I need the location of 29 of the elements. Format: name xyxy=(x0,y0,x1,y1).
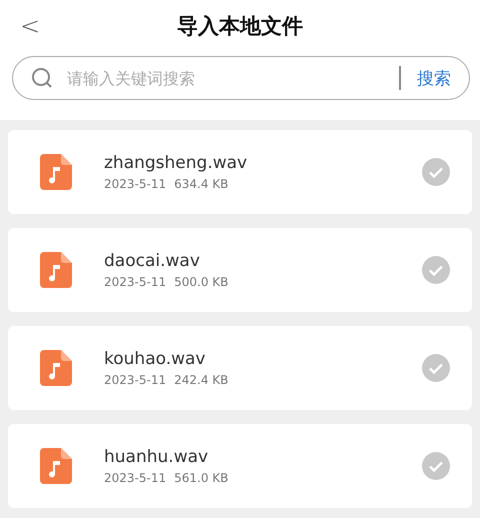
file-card[interactable]: kouhao.wav 2023-5-11 242.4 KB xyxy=(8,326,472,410)
check-icon[interactable] xyxy=(422,158,450,186)
file-size: 242.4 KB xyxy=(174,373,228,387)
file-name: zhangsheng.wav xyxy=(104,153,248,173)
file-date: 2023-5-11 xyxy=(104,471,166,485)
check-icon[interactable] xyxy=(422,452,450,480)
music-file-icon xyxy=(40,252,72,288)
file-date: 2023-5-11 xyxy=(104,275,166,289)
search-icon xyxy=(31,67,53,89)
file-name: kouhao.wav xyxy=(104,349,206,369)
back-button[interactable]: < xyxy=(14,12,46,40)
file-card[interactable]: daocai.wav 2023-5-11 500.0 KB xyxy=(8,228,472,312)
file-card[interactable]: zhangsheng.wav 2023-5-11 634.4 KB xyxy=(8,130,472,214)
search-button[interactable]: 搜索 xyxy=(413,66,455,90)
file-card[interactable]: huanhu.wav 2023-5-11 561.0 KB xyxy=(8,424,472,508)
file-size: 634.4 KB xyxy=(174,177,228,191)
music-file-icon xyxy=(40,350,72,386)
check-icon[interactable] xyxy=(422,354,450,382)
music-file-icon xyxy=(40,448,72,484)
file-date: 2023-5-11 xyxy=(104,373,166,387)
music-file-icon xyxy=(40,154,72,190)
search-field[interactable]: 请输入关键词搜索 搜索 xyxy=(12,56,470,100)
file-size: 500.0 KB xyxy=(174,275,228,289)
file-name: daocai.wav xyxy=(104,251,201,271)
file-size: 561.0 KB xyxy=(174,471,228,485)
file-date: 2023-5-11 xyxy=(104,177,166,191)
page-title: 导入本地文件 xyxy=(177,12,303,40)
file-name: huanhu.wav xyxy=(104,447,210,467)
check-icon[interactable] xyxy=(422,256,450,284)
